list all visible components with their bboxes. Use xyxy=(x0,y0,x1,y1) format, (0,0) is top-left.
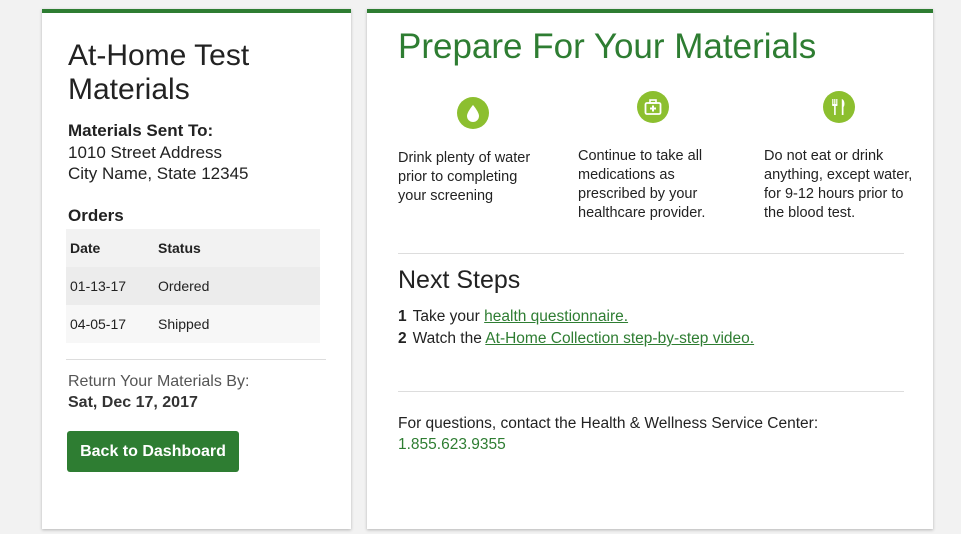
order-status: Ordered xyxy=(154,267,320,305)
divider xyxy=(66,359,326,360)
column-header-date: Date xyxy=(66,229,154,267)
table-row: 01-13-17 Ordered xyxy=(66,267,320,305)
step-number: 2 xyxy=(398,330,407,347)
page: At-Home Test Materials Materials Sent To… xyxy=(0,0,961,534)
step-text: Take your xyxy=(412,308,480,325)
step-number: 1 xyxy=(398,308,407,325)
order-status: Shipped xyxy=(154,305,320,343)
materials-summary-card: At-Home Test Materials Materials Sent To… xyxy=(42,9,351,529)
divider xyxy=(398,253,904,254)
back-to-dashboard-button[interactable]: Back to Dashboard xyxy=(67,431,239,472)
table-row: 04-05-17 Shipped xyxy=(66,305,320,343)
card-title: At-Home Test Materials xyxy=(68,39,250,106)
collection-video-link[interactable]: At-Home Collection step-by-step video. xyxy=(485,330,754,347)
tip-fasting-text: Do not eat or drink anything, except wat… xyxy=(764,148,913,221)
return-by-label: Return Your Materials By: xyxy=(68,373,250,390)
next-steps-title: Next Steps xyxy=(398,266,521,294)
address-line-2: City Name, State 12345 xyxy=(68,164,249,183)
table-header-row: Date Status xyxy=(66,229,320,267)
step-text: Watch the xyxy=(412,330,482,347)
fork-knife-icon xyxy=(823,91,855,123)
order-date: 04-05-17 xyxy=(66,305,154,343)
order-date: 01-13-17 xyxy=(66,267,154,305)
prepare-card: Prepare For Your Materials Drink plenty xyxy=(367,9,933,529)
tip-medication-text: Continue to take all medications as pres… xyxy=(578,148,706,221)
next-step-item: 1 Take your health questionnaire. xyxy=(398,308,628,326)
health-questionnaire-link[interactable]: health questionnaire. xyxy=(484,308,628,325)
divider xyxy=(398,391,904,392)
prepare-title: Prepare For Your Materials xyxy=(398,27,817,66)
sent-to-label: Materials Sent To: xyxy=(68,121,214,140)
water-drop-icon xyxy=(457,97,489,129)
contact-text: For questions, contact the Health & Well… xyxy=(398,415,819,432)
contact-phone-number[interactable]: 1.855.623.9355 xyxy=(398,436,506,454)
column-header-status: Status xyxy=(154,229,320,267)
medical-kit-icon xyxy=(637,91,669,123)
return-by-date: Sat, Dec 17, 2017 xyxy=(68,394,198,411)
orders-table: Date Status 01-13-17 Ordered 04-05-17 Sh… xyxy=(66,229,320,343)
next-step-item: 2 Watch the At-Home Collection step-by-st… xyxy=(398,330,754,348)
address-line-1: 1010 Street Address xyxy=(68,143,223,162)
orders-label: Orders xyxy=(68,206,124,225)
tip-water-text: Drink plenty of water prior to completin… xyxy=(398,150,531,204)
